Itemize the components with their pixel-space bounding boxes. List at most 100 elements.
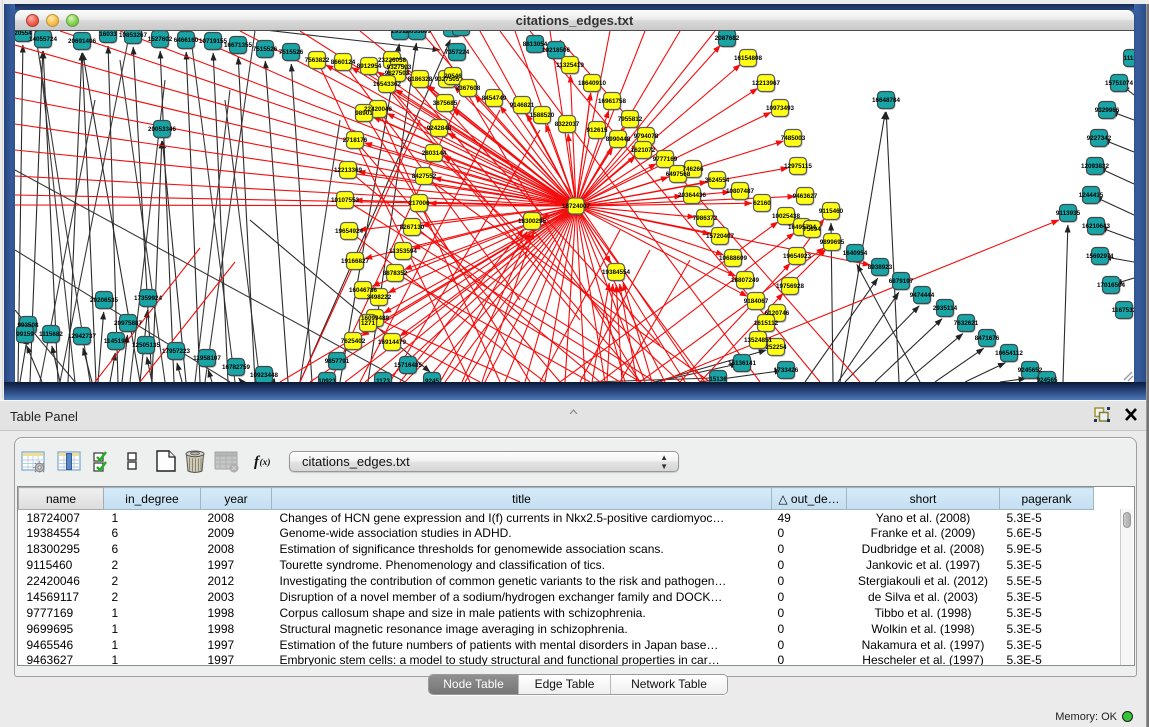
svg-text:3875685: 3875685 [433, 100, 458, 107]
svg-text:18300295: 18300295 [518, 218, 547, 225]
svg-text:16046786: 16046786 [349, 287, 378, 294]
svg-text:1733426: 1733426 [774, 367, 799, 374]
svg-text:11325419: 11325419 [556, 62, 584, 69]
svg-text:19654924: 19654924 [335, 228, 364, 235]
svg-text:16033: 16033 [99, 31, 117, 38]
svg-text:7357224: 7357224 [445, 49, 470, 56]
svg-text:10923: 10923 [318, 378, 336, 382]
svg-text:12213967: 12213967 [752, 80, 781, 87]
svg-text:7515526: 7515526 [253, 46, 278, 53]
svg-text:7625402: 7625402 [341, 338, 366, 345]
svg-text:99159: 99159 [16, 331, 34, 338]
svg-text:2803144: 2803144 [422, 150, 447, 157]
svg-text:8912954: 8912954 [357, 63, 382, 70]
svg-text:8471676: 8471676 [975, 335, 1000, 342]
svg-text:16782759: 16782759 [222, 364, 251, 371]
svg-text:1527602: 1527602 [148, 36, 173, 43]
svg-text:1115682: 1115682 [39, 331, 63, 338]
svg-text:16671355: 16671355 [224, 42, 253, 49]
svg-text:1244415: 1244415 [1079, 192, 1104, 199]
svg-text:9777169: 9777169 [653, 156, 678, 163]
svg-text:9827503: 9827503 [385, 70, 410, 77]
svg-text:20546: 20546 [444, 73, 462, 80]
svg-text:16543362: 16543362 [373, 81, 402, 88]
svg-text:11958107: 11958107 [193, 355, 221, 362]
svg-text:17359924: 17359924 [134, 295, 163, 302]
svg-text:16210643: 16210643 [1082, 223, 1111, 230]
svg-text:(x): (x) [260, 457, 271, 468]
svg-text:9857791: 9857791 [325, 358, 350, 365]
svg-text:10973493: 10973493 [766, 105, 795, 112]
svg-text:1588520: 1588520 [530, 112, 555, 119]
svg-text:20975887: 20975887 [114, 320, 143, 327]
svg-text:15136141: 15136141 [728, 360, 757, 367]
svg-text:98901: 98901 [355, 110, 373, 117]
svg-text:10654112: 10654112 [995, 350, 1023, 357]
svg-text:10923448: 10923448 [250, 372, 279, 379]
svg-text:18807249: 18807249 [731, 277, 760, 284]
svg-text:20364436: 20364436 [678, 192, 707, 199]
svg-text:9794078: 9794078 [634, 133, 659, 140]
svg-text:1167533: 1167533 [1112, 307, 1134, 314]
svg-text:19654923: 19654923 [783, 253, 812, 260]
svg-text:8186328: 8186328 [408, 76, 433, 83]
svg-text:3624554: 3624554 [705, 177, 730, 184]
svg-text:7986372: 7986372 [693, 215, 718, 222]
svg-text:18724007: 18724007 [562, 203, 591, 210]
svg-text:7485003: 7485003 [781, 135, 806, 142]
svg-text:8938923: 8938923 [868, 264, 893, 271]
svg-text:746266: 746266 [682, 166, 704, 173]
svg-text:1640954: 1640954 [843, 250, 868, 257]
svg-text:7515526: 7515526 [279, 49, 304, 56]
svg-text:3498222: 3498222 [367, 294, 392, 301]
svg-text:993508: 993508 [17, 322, 39, 329]
svg-text:15136: 15136 [709, 376, 727, 382]
svg-text:16033809: 16033809 [403, 31, 432, 35]
svg-text:8267130: 8267130 [400, 224, 425, 231]
svg-text:6879197: 6879197 [889, 278, 914, 285]
svg-text:8660124: 8660124 [331, 59, 356, 66]
svg-text:10025438: 10025438 [772, 213, 801, 220]
svg-text:75694: 75694 [803, 226, 821, 233]
svg-text:16648784: 16648784 [872, 97, 901, 104]
svg-text:217006: 217006 [408, 200, 430, 207]
svg-text:8427552: 8427552 [412, 173, 437, 180]
svg-text:14055724: 14055724 [29, 36, 58, 43]
svg-text:7632621: 7632621 [954, 320, 979, 327]
svg-text:15720407: 15720407 [706, 233, 735, 240]
svg-text:9463627: 9463627 [793, 193, 818, 200]
svg-text:19218506: 19218506 [542, 47, 571, 54]
svg-text:6466160: 6466160 [174, 37, 199, 44]
svg-text:20691406: 20691406 [68, 38, 97, 45]
svg-text:20206535: 20206535 [90, 297, 119, 304]
svg-text:16914479: 16914479 [378, 339, 407, 346]
svg-text:16154808: 16154808 [734, 55, 763, 62]
svg-text:2935114: 2935114 [933, 305, 958, 312]
svg-text:13524851: 13524851 [744, 337, 773, 344]
svg-text:12093832: 12093832 [1081, 163, 1110, 170]
svg-text:10853267: 10853267 [119, 32, 148, 39]
svg-text:9242848: 9242848 [427, 125, 452, 132]
svg-text:9146821: 9146821 [510, 102, 535, 109]
svg-text:912615: 912615 [586, 127, 608, 134]
svg-text:12213369: 12213369 [334, 167, 363, 174]
svg-text:11353594: 11353594 [389, 248, 417, 255]
svg-text:1271: 1271 [361, 320, 376, 327]
svg-text:12505135: 12505135 [132, 342, 161, 349]
svg-text:15751074: 15751074 [1105, 80, 1134, 87]
svg-text:2367608: 2367608 [456, 85, 481, 92]
svg-text:62160: 62160 [753, 200, 771, 207]
svg-text:9115460: 9115460 [819, 208, 844, 215]
svg-text:10688609: 10688609 [719, 255, 748, 262]
svg-text:1621072: 1621072 [631, 147, 656, 154]
svg-text:17016504: 17016504 [1097, 282, 1126, 289]
svg-text:20053346: 20053346 [148, 126, 177, 133]
svg-text:924565: 924565 [1036, 377, 1058, 382]
svg-text:15692971: 15692971 [1086, 253, 1115, 260]
svg-text:17957223: 17957223 [162, 348, 191, 355]
svg-text:20877: 20877 [443, 31, 461, 32]
svg-text:12942737: 12942737 [68, 333, 97, 340]
svg-text:19384554: 19384554 [602, 269, 631, 276]
svg-text:1173: 1173 [376, 378, 390, 382]
svg-text:19756928: 19756928 [776, 283, 805, 290]
